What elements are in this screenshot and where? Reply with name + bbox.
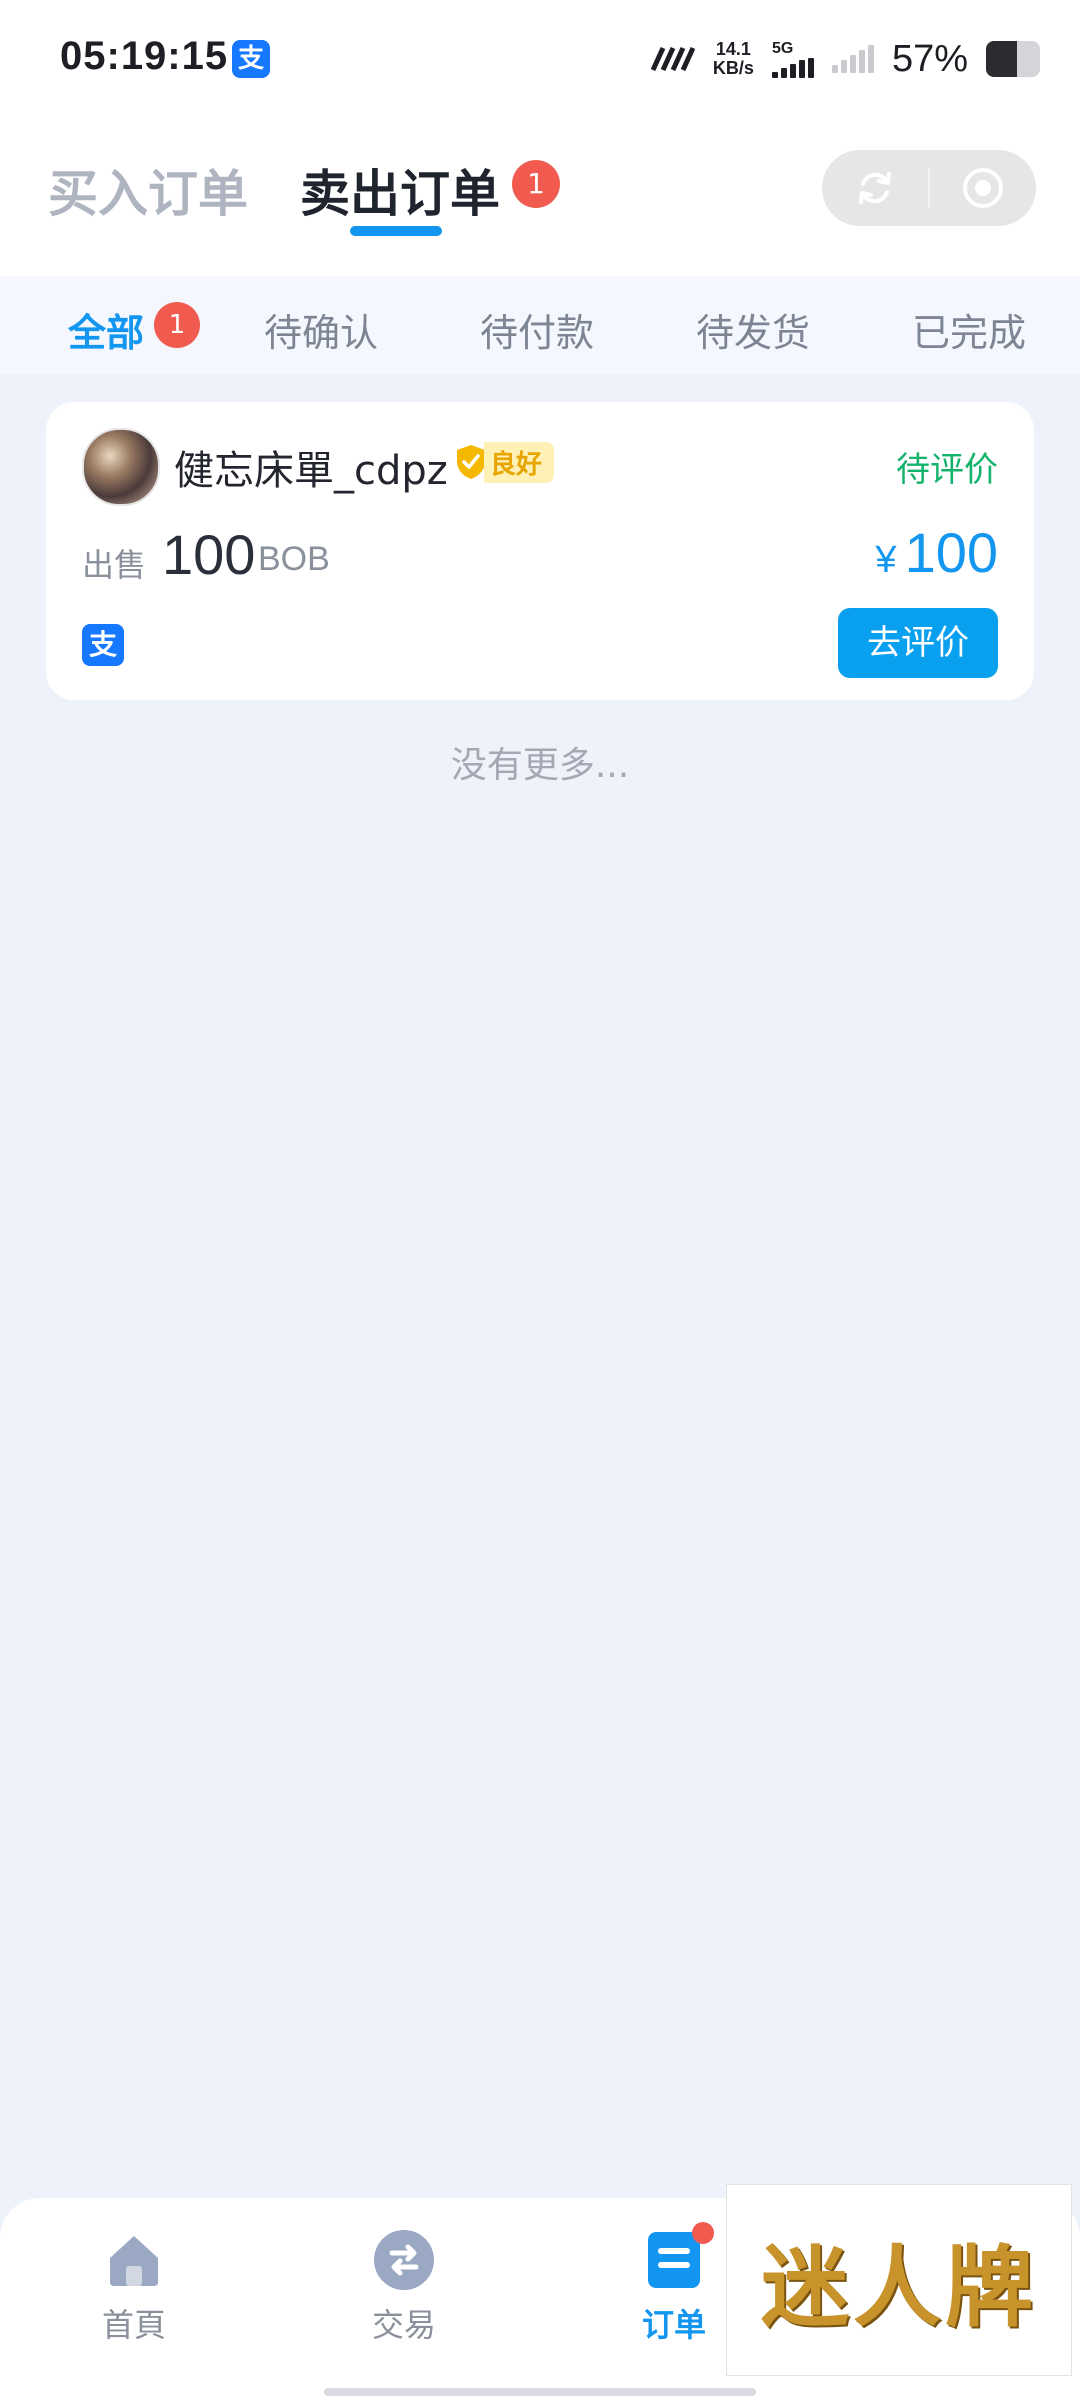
miniprogram-capsule	[822, 150, 1036, 226]
nav-trade[interactable]: 交易	[324, 2228, 484, 2346]
watermark-logo: 迷人牌	[726, 2184, 1072, 2376]
filter-completed[interactable]: 已完成	[912, 302, 1026, 357]
refresh-button[interactable]	[822, 150, 928, 226]
review-button[interactable]: 去评价	[838, 608, 998, 678]
signal-bars-icon	[771, 58, 814, 78]
avatar	[82, 428, 160, 506]
sell-orders-badge: 1	[512, 160, 560, 208]
order-type-label: 出售	[82, 546, 147, 584]
verified-shield-icon	[457, 445, 485, 479]
filter-pending-shipment[interactable]: 待发货	[696, 302, 810, 357]
network-speed-value: 14.1	[715, 39, 751, 59]
filter-all-badge: 1	[154, 302, 200, 348]
target-icon	[963, 168, 1003, 208]
nav-trade-label: 交易	[371, 2306, 436, 2344]
price-value: 100	[904, 521, 998, 584]
filter-pending-payment[interactable]: 待付款	[480, 302, 594, 357]
sell-amount: 100	[162, 523, 256, 586]
alipay-notification-icon: 支	[232, 40, 270, 78]
home-indicator	[324, 2388, 756, 2396]
battery-percent: 57%	[891, 37, 968, 80]
order-type-header: 买入订单 卖出订单 1	[0, 120, 1080, 276]
watermark-text: 迷人牌	[760, 2234, 1037, 2339]
battery-fill	[986, 41, 1017, 77]
network-type: 5G	[771, 40, 794, 57]
network-speed: 14.1 KB/s	[713, 40, 754, 78]
battery-icon	[986, 41, 1040, 77]
status-indicators: 14.1 KB/s 5G 57%	[649, 34, 1040, 84]
nav-home-label: 首頁	[101, 2306, 166, 2344]
signal-bars-secondary-icon	[831, 45, 874, 73]
tab-sell-orders[interactable]: 卖出订单	[300, 154, 500, 226]
network-speed-unit: KB/s	[712, 58, 754, 78]
exchange-icon	[374, 2230, 434, 2290]
no-more-text: 没有更多...	[450, 745, 630, 786]
order-card[interactable]: 健忘床單_cdpz 良好 待评价 出售 100 BOB ¥100 支 去评价	[46, 402, 1034, 700]
sell-unit: BOB	[258, 540, 330, 578]
close-miniprogram-button[interactable]	[930, 150, 1036, 226]
status-time: 05:19:15	[60, 34, 229, 78]
alipay-icon: 支	[82, 624, 124, 666]
status-filter-bar: 全部 1 待确认 待付款 待发货 已完成	[0, 276, 1080, 374]
order-price: ¥100	[875, 520, 998, 585]
order-status: 待评价	[896, 450, 998, 490]
tab-buy-orders[interactable]: 买入订单	[48, 154, 248, 226]
nfc-icon	[650, 46, 695, 72]
refresh-icon	[859, 172, 891, 204]
rating-badge: 良好	[454, 441, 555, 483]
home-icon	[110, 2236, 158, 2286]
buyer-username: 健忘床單_cdpz	[174, 448, 448, 494]
filter-all[interactable]: 全部	[68, 302, 144, 357]
rating-label: 良好	[484, 441, 555, 483]
filter-pending-confirm[interactable]: 待确认	[264, 302, 378, 357]
active-tab-indicator	[350, 226, 442, 236]
cellular-signal-1: 5G	[771, 40, 814, 78]
currency-symbol: ¥	[875, 539, 897, 581]
nav-home[interactable]: 首頁	[54, 2228, 214, 2346]
orders-notification-dot	[692, 2222, 714, 2244]
status-bar: 05:19:15 支 14.1 KB/s 5G 57%	[0, 0, 1080, 120]
